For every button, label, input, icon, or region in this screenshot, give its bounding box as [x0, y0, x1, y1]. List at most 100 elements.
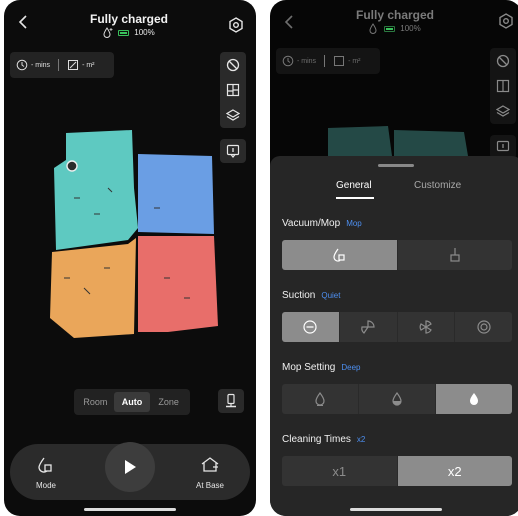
info-icon	[496, 140, 510, 152]
water-drop-icon	[369, 23, 377, 34]
layers-icon[interactable]	[496, 104, 510, 118]
time-value: - mins	[297, 57, 317, 65]
mode-icon[interactable]	[36, 456, 54, 479]
room-blue[interactable]	[138, 154, 214, 234]
no-go-zone-icon[interactable]	[496, 54, 510, 68]
cleaning-stats: - mins - m²	[276, 48, 380, 74]
home-indicator	[84, 508, 176, 511]
mop-selector	[282, 384, 512, 414]
mop-only-option[interactable]	[396, 240, 513, 270]
fan-max-icon	[477, 320, 491, 334]
sheet-grabber[interactable]	[378, 164, 414, 167]
suction-max-option[interactable]	[454, 312, 512, 342]
quiet-icon	[303, 320, 317, 334]
suction-standard-option[interactable]	[338, 312, 397, 342]
mop-title: Mop Setting	[282, 362, 336, 373]
fan-medium-icon	[419, 320, 432, 334]
drop-full-icon	[470, 393, 478, 405]
robot-vacuum-icon	[226, 393, 236, 408]
clean-mode-selector: Room Auto Zone	[74, 389, 190, 415]
suction-selector	[282, 312, 512, 342]
area-value: - m²	[82, 61, 95, 69]
status-line: 100%	[64, 27, 194, 38]
mode-zone-tab[interactable]: Zone	[150, 392, 187, 412]
main-screen: Fully charged 100% - mins - m² Room Auto…	[4, 0, 256, 516]
suction-quiet-option[interactable]	[282, 312, 339, 342]
tab-customize[interactable]: Customize	[414, 180, 461, 191]
robot-button[interactable]	[218, 389, 244, 413]
suction-title: Suction	[282, 290, 316, 301]
vacmop-value: Mop	[346, 219, 362, 228]
vacuum-mop-icon	[333, 248, 345, 262]
info-icon	[226, 144, 240, 158]
back-icon[interactable]	[16, 14, 30, 35]
settings-gear-icon[interactable]	[498, 13, 514, 34]
mop-low-option[interactable]	[282, 384, 358, 414]
mop-section-title: Mop Setting Deep	[282, 362, 361, 373]
map-tools	[220, 52, 246, 128]
stats-divider	[324, 55, 326, 67]
charge-status-title: Fully charged	[355, 8, 435, 22]
area-value: - m²	[348, 57, 361, 65]
charge-status-title: Fully charged	[89, 12, 169, 26]
area-icon	[68, 60, 79, 70]
play-icon	[125, 460, 136, 474]
tab-general[interactable]: General	[336, 180, 372, 191]
battery-icon	[118, 29, 130, 36]
mop-medium-option[interactable]	[358, 384, 435, 414]
drop-medium-icon	[392, 391, 402, 406]
vac-mop-option[interactable]	[282, 240, 397, 270]
suction-section-title: Suction Quiet	[282, 290, 340, 301]
room-red[interactable]	[138, 236, 218, 332]
home-indicator	[350, 508, 442, 511]
mode-label[interactable]: Mode	[26, 481, 66, 490]
start-button[interactable]	[105, 442, 155, 492]
mode-room-tab[interactable]: Room	[77, 392, 114, 412]
settings-screen: Fully charged 100% - mins - m² General C…	[270, 0, 518, 516]
status-line: 100%	[330, 23, 460, 34]
times-selector: x1 x2	[282, 456, 512, 486]
tab-general-underline	[336, 197, 374, 199]
vacmop-title: Vacuum/Mop	[282, 218, 341, 229]
suction-turbo-option[interactable]	[396, 312, 455, 342]
at-base-label[interactable]: At Base	[190, 481, 230, 490]
clock-icon	[16, 59, 28, 71]
times-x1-option[interactable]: x1	[282, 456, 397, 486]
room-edit-icon[interactable]	[226, 83, 240, 97]
suction-value: Quiet	[321, 291, 341, 300]
clock-icon	[282, 55, 294, 67]
times-title: Cleaning Times	[282, 434, 351, 445]
vacmop-section-title: Vacuum/Mop Mop	[282, 218, 362, 229]
mop-icon	[450, 248, 460, 262]
floor-map[interactable]	[44, 128, 224, 342]
map-tools	[490, 48, 516, 124]
layers-icon[interactable]	[226, 108, 240, 122]
water-drop-icon	[103, 27, 113, 38]
clean-settings-sheet: General Customize Vacuum/Mop Mop Suction…	[270, 156, 518, 516]
battery-percent: 100%	[400, 24, 421, 33]
dimmed-map	[328, 126, 468, 156]
times-section-title: Cleaning Times x2	[282, 434, 365, 445]
robot-position-icon	[66, 160, 78, 172]
back-icon[interactable]	[282, 14, 296, 35]
cleaning-stats: - mins - m²	[10, 52, 114, 78]
mop-deep-option[interactable]	[435, 384, 512, 414]
mop-value: Deep	[341, 363, 361, 372]
settings-gear-icon[interactable]	[228, 17, 244, 38]
time-value: - mins	[31, 61, 51, 69]
room-teal[interactable]	[54, 130, 138, 250]
times-value: x2	[356, 435, 366, 444]
battery-percent: 100%	[134, 28, 155, 37]
stats-divider	[58, 59, 60, 71]
mode-auto-tab[interactable]: Auto	[113, 392, 151, 412]
fan-low-icon	[361, 320, 375, 334]
room-orange[interactable]	[50, 238, 136, 338]
times-x2-option[interactable]: x2	[396, 456, 512, 486]
vacmop-selector	[282, 240, 512, 270]
dock-icon[interactable]	[200, 456, 220, 479]
no-go-zone-icon[interactable]	[226, 58, 240, 72]
battery-icon	[384, 25, 396, 32]
area-icon	[334, 56, 345, 66]
room-edit-icon[interactable]	[496, 79, 510, 93]
drop-low-icon	[315, 391, 325, 406]
